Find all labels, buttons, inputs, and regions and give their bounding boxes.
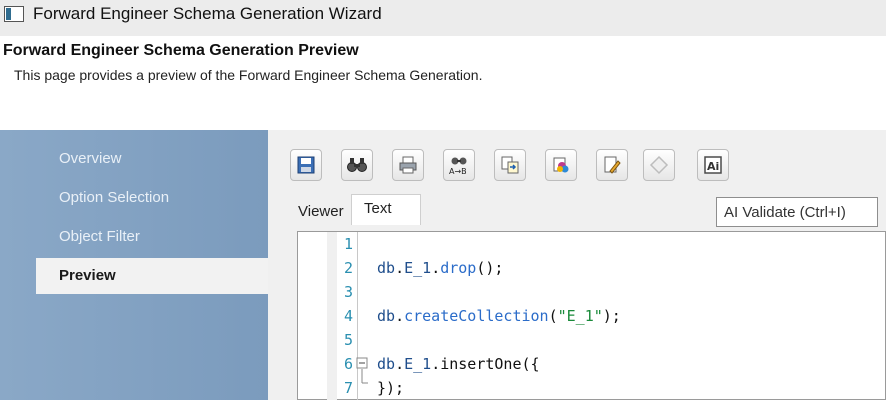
- print-button[interactable]: [392, 149, 424, 181]
- copy-button[interactable]: [494, 149, 526, 181]
- tab-text[interactable]: Text: [364, 200, 392, 217]
- svg-text:Ai: Ai: [707, 160, 719, 173]
- ai-icon: Ai: [704, 156, 722, 174]
- line-number: 3: [343, 283, 353, 301]
- fold-collapse-icon[interactable]: [356, 357, 368, 369]
- code-token: db: [377, 355, 396, 373]
- color-icon: [553, 157, 569, 173]
- line-number: 2: [343, 259, 353, 277]
- edit-button[interactable]: [596, 149, 628, 181]
- find-button[interactable]: [341, 149, 373, 181]
- app-icon: [4, 6, 24, 22]
- save-button[interactable]: [290, 149, 322, 181]
- validate-button[interactable]: [643, 149, 675, 181]
- sidebar-item-object-filter[interactable]: Object Filter: [59, 228, 140, 245]
- line-number: 6: [343, 355, 353, 373]
- code-line-6: db.E_1.insertOne({: [377, 355, 540, 379]
- save-icon: [297, 156, 315, 174]
- sidebar-item-overview[interactable]: Overview: [59, 150, 122, 167]
- ai-validate-button[interactable]: Ai: [697, 149, 729, 181]
- find-replace-button[interactable]: A→B: [443, 149, 475, 181]
- code-token: E_1: [404, 355, 432, 373]
- validate-icon: [649, 155, 669, 175]
- wizard-header: Forward Engineer Schema Generation Previ…: [0, 36, 886, 128]
- code-token: );: [602, 307, 621, 325]
- code-token: (: [548, 307, 558, 325]
- code-token: insertOne: [440, 355, 522, 373]
- line-number: 7: [343, 379, 353, 397]
- code-token: ();: [476, 259, 504, 277]
- code-token: drop: [440, 259, 477, 277]
- fold-end-icon: [361, 369, 368, 384]
- code-token: .: [431, 259, 441, 277]
- line-number: 5: [343, 331, 353, 349]
- sidebar-item-label: Preview: [59, 267, 116, 284]
- copy-icon: [501, 156, 519, 174]
- line-number: 4: [343, 307, 353, 325]
- code-token: ({: [521, 355, 540, 373]
- tab-viewer[interactable]: Viewer: [298, 203, 344, 220]
- code-token: db: [377, 307, 396, 325]
- code-token: .: [395, 307, 405, 325]
- title-bar: Forward Engineer Schema Generation Wizar…: [0, 0, 886, 36]
- find-icon: [347, 158, 367, 172]
- code-line-7: });: [377, 379, 404, 403]
- sidebar-item-preview[interactable]: Preview: [36, 258, 268, 294]
- code-token: .: [395, 259, 405, 277]
- color-button[interactable]: [545, 149, 577, 181]
- code-line-4: db.createCollection("E_1");: [377, 307, 621, 331]
- code-token: .: [395, 355, 405, 373]
- page-title: Forward Engineer Schema Generation Previ…: [3, 42, 359, 59]
- svg-text:A→B: A→B: [449, 167, 467, 176]
- page-description: This page provides a preview of the Forw…: [14, 67, 483, 83]
- find-replace-icon: A→B: [449, 157, 467, 176]
- code-token: });: [377, 379, 405, 397]
- window-title: Forward Engineer Schema Generation Wizar…: [33, 4, 382, 23]
- code-token: E_1: [404, 259, 432, 277]
- code-token: db: [377, 259, 396, 277]
- edit-icon: [604, 156, 621, 174]
- editor-gutter: [327, 232, 337, 400]
- print-icon: [399, 156, 417, 174]
- sidebar-item-option-selection[interactable]: Option Selection: [59, 189, 169, 206]
- ai-validate-tooltip: AI Validate (Ctrl+I): [716, 197, 878, 227]
- code-line-2: db.E_1.drop();: [377, 259, 503, 283]
- line-number: 1: [343, 235, 353, 253]
- code-token: createCollection: [404, 307, 549, 325]
- code-token: "E_1": [557, 307, 603, 325]
- code-token: .: [431, 355, 441, 373]
